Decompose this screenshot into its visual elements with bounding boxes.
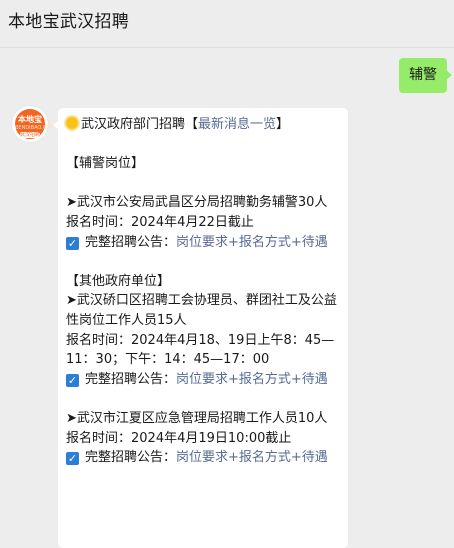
avatar[interactable]: 本地宝 BENDIBAO.COM 武汉招聘 [12,106,55,142]
checkbox-icon: ✓ [66,236,79,250]
reply-message-bubble: 武汉政府部门招聘【最新消息一览】 【辅警岗位】 ➤武汉市公安局武昌区分局招聘勤务… [53,108,348,548]
notice-label: 完整招聘公告： [85,371,177,387]
avatar-brand: 本地宝 [18,115,42,124]
chat-header: 本地宝武汉招聘 ⌃ [0,0,454,48]
reply-title: 武汉政府部门招聘【最新消息一览】 [66,115,340,135]
reply-title-prefix: 武汉政府部门招聘【 [81,117,199,132]
job-notice: ✓ 完整招聘公告：岗位要求+报名方式+待遇 [66,233,340,253]
notice-label: 完整招聘公告： [85,450,177,466]
job-notice: ✓ 完整招聘公告：岗位要求+报名方式+待遇 [66,448,340,468]
job-deadline: 报名时间：2024年4月22日截止 [66,214,254,230]
section-header-other-units: 【其他政府单位】 [66,273,171,289]
job-deadline: 报名时间：2024年4月19日10:00截止 [66,430,292,446]
job-notice: ✓ 完整招聘公告：岗位要求+报名方式+待遇 [66,370,340,390]
latest-news-link[interactable]: 最新消息一览 [198,117,276,132]
checkbox-icon: ✓ [66,452,79,466]
avatar-city: 武汉招聘 [20,132,41,138]
notice-link[interactable]: 岗位要求+报名方式+待遇 [176,450,328,465]
notice-label: 完整招聘公告： [85,234,177,250]
notice-link[interactable]: 岗位要求+报名方式+待遇 [176,235,328,250]
sent-message-text: 辅警 [409,67,437,83]
more-icon[interactable]: ⌃ [405,0,416,8]
reply-title-suffix: 】 [276,117,290,132]
job-title: ➤武汉市江夏区应急管理局招聘工作人员10人 [66,410,328,426]
job-title: ➤武汉市公安局武昌区分局招聘勤务辅警30人 [66,195,328,211]
job-title: ➤武汉硚口区招聘工会协理员、群团社工及公益性岗位工作人员15人 [66,293,337,328]
chat-title: 本地宝武汉招聘 [8,12,130,32]
avatar-logo-icon: 本地宝 BENDIBAO.COM 武汉招聘 [15,109,55,139]
job-deadline: 报名时间：2024年4月18、19日上午8：45—11：30；下午：14：45—… [66,332,335,368]
section-header-auxiliary-police: 【辅警岗位】 [66,156,145,172]
avatar-sub: BENDIBAO.COM [15,125,55,131]
checkbox-icon: ✓ [66,373,79,387]
notice-link[interactable]: 岗位要求+报名方式+待遇 [176,372,328,387]
sun-icon [66,117,78,129]
sent-message-bubble[interactable]: 辅警 [399,58,452,93]
